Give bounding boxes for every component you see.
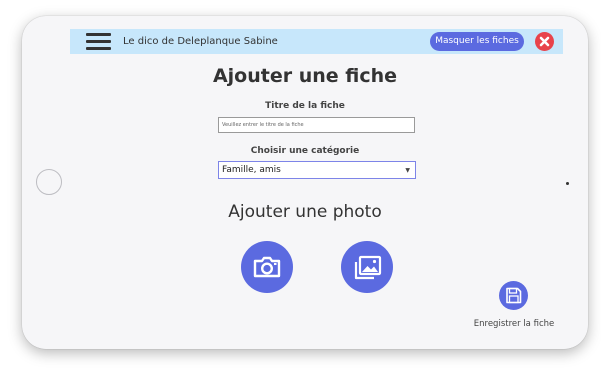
home-button[interactable] [36,169,62,195]
title-field-label: Titre de la fiche [265,101,345,111]
category-select[interactable]: Famille, amis ▼ [218,161,416,179]
page-title: Ajouter une fiche [212,65,398,87]
category-field-label: Choisir une catégorie [250,146,360,156]
take-photo-button[interactable] [241,241,293,293]
choose-from-gallery-button[interactable] [341,241,393,293]
save-card-label[interactable]: Enregistrer la fiche [469,319,559,329]
camera-icon [253,256,281,278]
hamburger-menu-icon[interactable] [86,33,111,50]
close-button[interactable] [535,32,554,51]
tablet-frame: Le dico de Deleplanque Sabine Masquer le… [22,16,588,349]
floppy-disk-icon [506,287,522,304]
category-selected-value: Famille, amis [222,165,281,175]
add-photo-heading: Ajouter une photo [228,202,382,222]
hide-cards-button[interactable]: Masquer les fiches [430,32,524,51]
image-gallery-icon [354,255,382,280]
app-title: Le dico de Deleplanque Sabine [123,36,278,47]
front-camera-dot [566,182,569,185]
top-bar: Le dico de Deleplanque Sabine Masquer le… [70,29,563,54]
close-icon [539,36,550,47]
dropdown-arrow-icon: ▼ [405,167,410,174]
save-card-button[interactable] [499,281,528,310]
title-input[interactable] [218,117,415,133]
